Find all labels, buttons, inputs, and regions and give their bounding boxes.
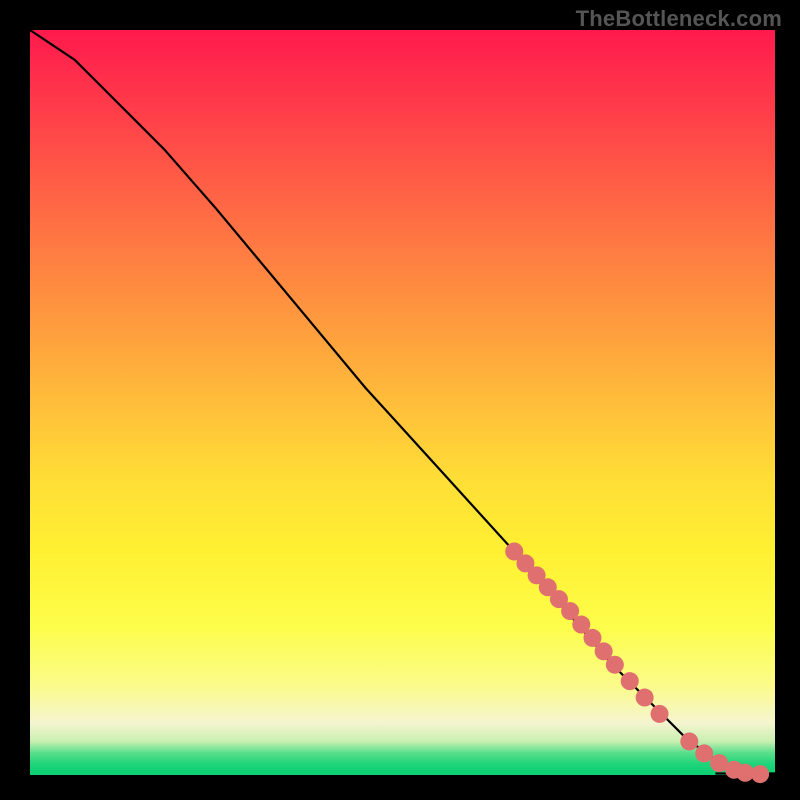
marker-group	[505, 543, 769, 784]
marker-point	[651, 705, 669, 723]
marker-point	[606, 656, 624, 674]
marker-point	[751, 765, 769, 783]
marker-point	[636, 689, 654, 707]
bottleneck-curve	[30, 30, 775, 775]
marker-point	[621, 672, 639, 690]
marker-point	[695, 744, 713, 762]
watermark-text: TheBottleneck.com	[576, 6, 782, 32]
chart-svg	[30, 30, 775, 775]
chart-plot-area	[30, 30, 775, 775]
marker-point	[680, 732, 698, 750]
